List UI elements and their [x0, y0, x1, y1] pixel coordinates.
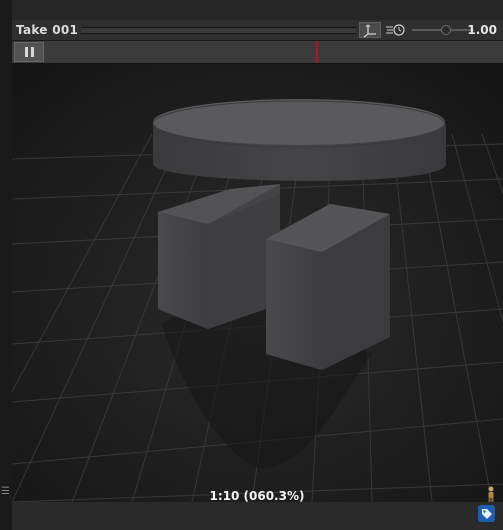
pause-button[interactable]: [14, 42, 44, 62]
axes-icon: [363, 24, 376, 38]
pause-icon-bar-left: [25, 47, 28, 57]
left-edge-bar: [0, 0, 12, 530]
frame-status-readout: 1:10 (060.3%): [210, 489, 305, 502]
playback-speed-slider[interactable]: [412, 25, 474, 35]
playback-speed-icon: [385, 22, 407, 38]
timeline-playhead[interactable]: [316, 41, 318, 63]
window-top-strip: [0, 0, 503, 20]
timeline-bar[interactable]: [12, 41, 503, 64]
scene-render: 1:10 (060.3%): [12, 64, 503, 502]
preview-header: Take 001 1.00: [12, 20, 503, 41]
playback-speed-value: 1.00: [467, 23, 497, 37]
pause-icon-bar-right: [31, 47, 34, 57]
3d-preview-viewport[interactable]: 1:10 (060.3%): [12, 64, 503, 502]
playback-speed-slider-thumb[interactable]: [441, 25, 451, 35]
axes-toggle-button[interactable]: [359, 22, 381, 38]
take-name: Take 001: [16, 23, 79, 37]
animation-preview-window: Take 001 1.00 1:10 (060.3%) ☰: [0, 0, 503, 530]
cylinder-mesh: [152, 99, 446, 181]
avatar-figure-icon[interactable]: [485, 486, 497, 502]
tag-icon[interactable]: [478, 505, 495, 522]
header-drag-handle[interactable]: [81, 27, 356, 34]
preview-footer: [12, 502, 503, 530]
grip-icon[interactable]: ☰: [1, 486, 10, 497]
right-box-mesh: [266, 204, 390, 370]
